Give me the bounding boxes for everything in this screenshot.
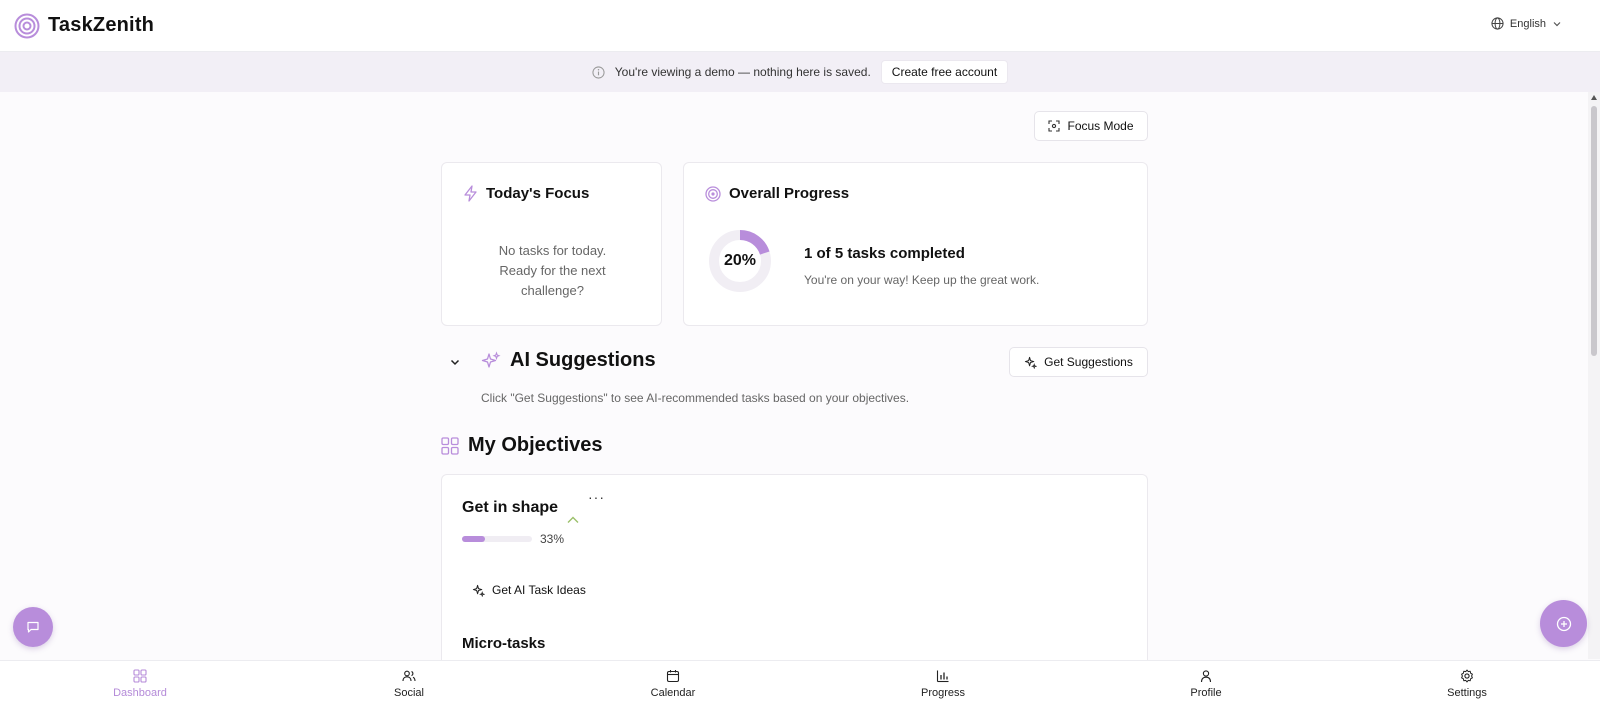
nav-settings-label: Settings [1447,687,1487,699]
language-selector[interactable]: English [1491,17,1562,30]
empty-line-2: Ready for the next [499,263,606,278]
objective-card: Get in shape ··· 33% Get AI Task Ideas M… [441,474,1148,674]
nav-dashboard[interactable]: Dashboard [80,669,200,699]
target-logo-icon [14,13,40,38]
get-ai-task-ideas-button[interactable]: Get AI Task Ideas [472,583,586,597]
chat-icon [27,621,39,633]
user-icon [1200,670,1212,683]
sparkles-icon [472,584,485,597]
progress-summary: 1 of 5 tasks completed [804,245,965,262]
nav-dashboard-label: Dashboard [113,687,167,699]
sparkles-icon [481,350,501,368]
dashboard-icon [133,669,147,683]
info-icon [592,65,605,79]
app-logo[interactable]: TaskZenith [14,13,154,39]
empty-line-1: No tasks for today. [498,243,607,258]
bottom-nav: Dashboard Social Calendar Progress Profi… [0,660,1600,713]
nav-progress-label: Progress [920,687,966,699]
objectives-title: My Objectives [468,434,603,456]
scroll-up-arrow[interactable] [1591,95,1597,100]
nav-profile-label: Profile [1190,687,1222,699]
collapse-chevron-icon[interactable] [449,356,461,368]
globe-icon [1491,17,1504,30]
add-task-button[interactable] [1540,600,1587,647]
chevron-down-icon [1553,21,1561,26]
objective-more-icon[interactable]: ··· [588,489,605,505]
nav-profile[interactable]: Profile [1146,669,1266,699]
demo-banner: You're viewing a demo — nothing here is … [0,52,1600,92]
todays-focus-card: Today's Focus No tasks for today. Ready … [441,162,662,326]
users-icon [402,670,416,682]
nav-progress[interactable]: Progress [883,669,1003,699]
chevron-up-icon[interactable] [566,515,580,525]
target-icon [705,185,721,202]
nav-calendar[interactable]: Calendar [613,669,733,699]
overall-progress-header: Overall Progress [705,185,849,202]
ai-suggestions-title: AI Suggestions [510,349,656,371]
ai-suggestions-header: AI Suggestions [481,349,656,372]
progress-ring: 20% [708,229,772,293]
get-suggestions-label: Get Suggestions [1044,355,1133,369]
overall-progress-card: Overall Progress 20% 1 of 5 tasks comple… [683,162,1148,326]
objective-progress-label: 33% [540,532,565,546]
progress-percent: 20% [723,252,757,269]
ai-suggestions-hint: Click "Get Suggestions" to see AI-recomm… [481,391,910,405]
objective-progress-track [462,536,532,542]
focus-mode-label: Focus Mode [1067,119,1134,133]
gear-icon [1461,669,1473,683]
nav-settings[interactable]: Settings [1407,669,1527,699]
overall-progress-title: Overall Progress [729,185,850,202]
objective-progress-fill [462,536,486,542]
objectives-header: My Objectives [441,434,603,457]
bar-chart-icon [936,670,949,683]
plus-circle-icon [1556,616,1571,631]
calendar-icon [666,670,680,683]
grid-icon [441,436,459,455]
objective-name: Get in shape [462,499,559,516]
demo-banner-text: You're viewing a demo — nothing here is … [614,65,871,79]
nav-social-label: Social [394,687,424,699]
get-ai-task-ideas-label: Get AI Task Ideas [492,583,586,597]
nav-social[interactable]: Social [349,669,469,699]
language-label: English [1509,17,1546,30]
todays-focus-title: Today's Focus [486,185,590,202]
empty-line-3: challenge? [521,283,584,298]
scroll-thumb[interactable] [1591,106,1597,356]
focus-frame-icon [1048,120,1061,132]
chat-button[interactable] [13,607,53,647]
todays-focus-header: Today's Focus [463,185,589,202]
page-scrollbar[interactable] [1588,92,1600,659]
nav-calendar-label: Calendar [650,687,696,699]
get-suggestions-button[interactable]: Get Suggestions [1009,347,1148,377]
micro-tasks-title: Micro-tasks [462,635,546,652]
create-account-button[interactable]: Create free account [880,60,1009,84]
lightning-icon [464,185,477,202]
focus-mode-button[interactable]: Focus Mode [1034,111,1148,141]
progress-message: You're on your way! Keep up the great wo… [804,273,1040,287]
todays-focus-empty: No tasks for today. Ready for the next c… [442,241,663,301]
app-title: TaskZenith [48,14,155,36]
app-header: TaskZenith English [0,0,1600,52]
sparkles-icon [1025,356,1038,369]
